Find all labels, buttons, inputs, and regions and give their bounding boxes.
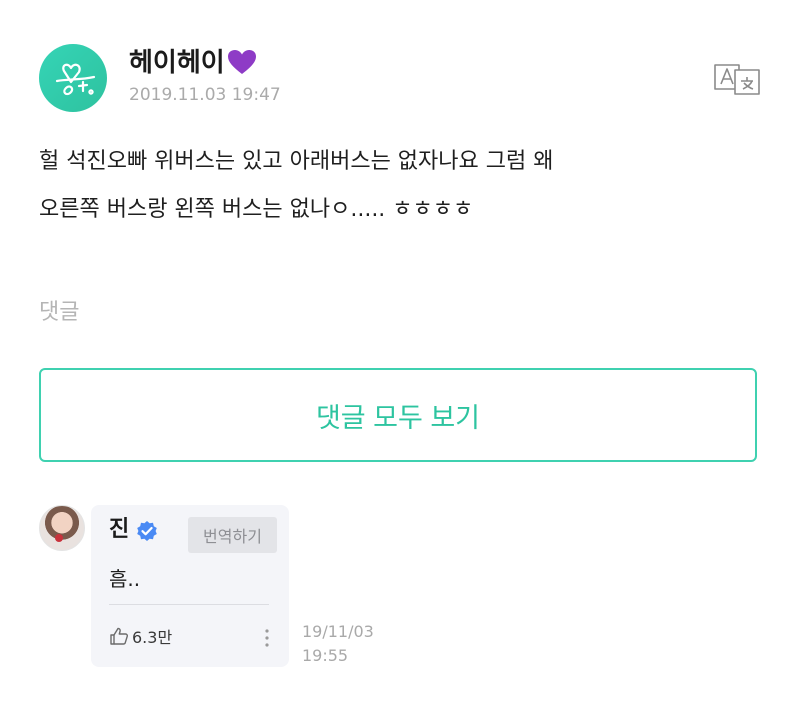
post-timestamp: 2019.11.03 19:47: [129, 85, 281, 105]
author-name-text: 헤이헤이: [129, 48, 225, 78]
author-name[interactable]: 헤이헤이: [129, 46, 257, 80]
post-header: 헤이헤이 2019.11.03 19:47: [39, 44, 761, 114]
thumbs-up-icon: [110, 627, 128, 645]
comment-timestamp: 19/11/03 19:55: [302, 620, 374, 668]
comment-text: 흠..: [109, 567, 141, 591]
translate-comment-button[interactable]: 번역하기: [188, 517, 277, 553]
post-body-line: 헐 석진오빠 위버스는 있고 아래버스는 없자나요 그럼 왜: [39, 149, 554, 174]
like-count: 6.3만: [132, 628, 173, 647]
view-all-comments-button[interactable]: 댓글 모두 보기: [39, 368, 757, 462]
verified-badge-icon: [137, 521, 157, 541]
comment-date: 19/11/03: [302, 622, 374, 641]
comment-time: 19:55: [302, 646, 349, 665]
comment-section-label: 댓글: [39, 300, 80, 325]
translate-icon[interactable]: [713, 62, 761, 96]
comment-divider: [109, 604, 269, 605]
post-body-line: 오른쪽 버스랑 왼쪽 버스는 없나ㅇ..... ㅎㅎㅎㅎ: [39, 197, 474, 222]
post-body: 헐 석진오빠 위버스는 있고 아래버스는 없자나요 그럼 왜 오른쪽 버스랑 왼…: [39, 138, 761, 234]
purple-heart-icon: [227, 50, 256, 74]
author-avatar[interactable]: [39, 44, 107, 112]
rose-icon: [55, 534, 63, 542]
comment-bubble: 진 번역하기 흠.. 6.3만: [91, 505, 289, 667]
like-button[interactable]: 6.3만: [109, 623, 172, 649]
commenter-name[interactable]: 진: [109, 515, 129, 545]
author-logo-icon: [55, 63, 96, 96]
vertical-ellipsis-icon[interactable]: [264, 627, 270, 649]
commenter-avatar[interactable]: [39, 505, 85, 551]
